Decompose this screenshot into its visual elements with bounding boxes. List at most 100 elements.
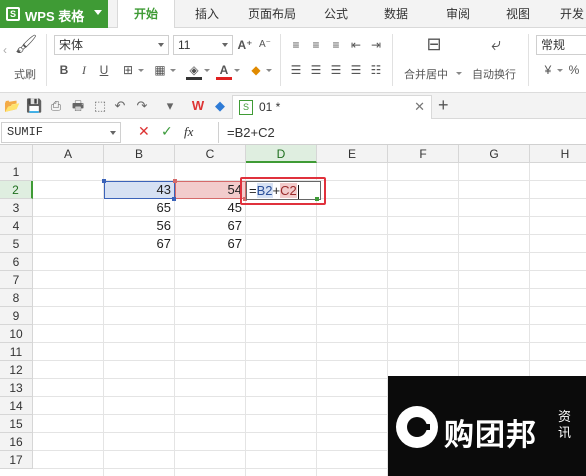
align-center-icon[interactable]: ☰ [308, 62, 324, 78]
save-icon[interactable]: 💾 [26, 98, 42, 114]
cancel-edit-icon[interactable]: ✕ [138, 123, 150, 140]
font-grow-icon[interactable]: A⁺ [237, 37, 253, 53]
chevron-down-icon[interactable] [110, 131, 116, 135]
tab-review[interactable]: 审阅 [434, 0, 482, 28]
chevron-down-icon[interactable] [204, 69, 210, 72]
confirm-edit-icon[interactable]: ✓ [161, 123, 173, 140]
row-header-6[interactable]: 6 [0, 253, 33, 271]
chevron-down-icon[interactable] [557, 69, 563, 72]
align-bottom-icon[interactable]: ≡ [328, 37, 344, 53]
tab-page-layout[interactable]: 页面布局 [238, 0, 306, 28]
align-middle-icon[interactable]: ≡ [308, 37, 324, 53]
close-icon[interactable]: ✕ [414, 99, 425, 115]
undo-icon[interactable]: ↶ [112, 98, 128, 114]
col-header-a[interactable]: A [33, 145, 104, 163]
cell-c2[interactable]: 54 [175, 181, 246, 199]
chevron-down-icon[interactable] [456, 72, 462, 75]
row-header-7[interactable]: 7 [0, 271, 33, 289]
row-header-10[interactable]: 10 [0, 325, 33, 343]
clear-format-icon[interactable]: ◆ [248, 62, 264, 78]
cell-b3[interactable]: 65 [104, 199, 175, 217]
cell-b5[interactable]: 67 [104, 235, 175, 253]
chevron-down-icon[interactable] [266, 69, 272, 72]
align-top-icon[interactable]: ≡ [288, 37, 304, 53]
currency-icon[interactable]: ¥ [540, 62, 556, 78]
customize-toolbar-icon[interactable]: ▾ [162, 98, 178, 114]
cell-b4[interactable]: 56 [104, 217, 175, 235]
merge-center-label[interactable]: 合并居中 [404, 66, 448, 82]
tab-developer[interactable]: 开发 [552, 0, 586, 28]
insert-function-icon[interactable]: fx [184, 124, 193, 140]
chevron-left-icon[interactable]: ‹ [0, 42, 10, 58]
col-header-e[interactable]: E [317, 145, 388, 163]
bold-icon[interactable]: B [56, 62, 72, 78]
col-header-g[interactable]: G [459, 145, 530, 163]
font-size-select[interactable]: 11 [173, 35, 233, 55]
fill-color-icon[interactable]: ◈ [186, 62, 202, 78]
row-header-15[interactable]: 15 [0, 415, 33, 433]
new-tab-icon[interactable]: + [438, 95, 449, 116]
row-header-2[interactable]: 2 [0, 181, 33, 199]
merge-cells-icon[interactable]: ▦ [152, 62, 168, 78]
row-header-8[interactable]: 8 [0, 289, 33, 307]
formula-input[interactable]: =B2+C2 [218, 122, 584, 143]
tab-formulas[interactable]: 公式 [312, 0, 360, 28]
row-header-16[interactable]: 16 [0, 433, 33, 451]
distribute-icon[interactable]: ☷ [368, 62, 384, 78]
print-icon[interactable]: 🖶 [70, 98, 86, 114]
align-right-icon[interactable]: ☰ [328, 62, 344, 78]
row-header-4[interactable]: 4 [0, 217, 33, 235]
row-header-9[interactable]: 9 [0, 307, 33, 325]
justify-icon[interactable]: ☰ [348, 62, 364, 78]
row-header-13[interactable]: 13 [0, 379, 33, 397]
name-box[interactable]: SUMIF [1, 122, 121, 143]
export-icon[interactable]: ⬚ [92, 98, 108, 114]
wrap-text-label[interactable]: 自动换行 [472, 66, 516, 82]
tab-insert[interactable]: 插入 [183, 0, 231, 28]
indent-increase-icon[interactable]: ⇥ [368, 37, 384, 53]
chevron-down-icon[interactable] [138, 69, 144, 72]
row-header-12[interactable]: 12 [0, 361, 33, 379]
underline-icon[interactable]: U [96, 62, 112, 78]
row-header-17[interactable]: 17 [0, 451, 33, 469]
print-preview-icon[interactable]: ⎙ [48, 98, 64, 114]
cube-icon[interactable]: ◆ [212, 98, 228, 114]
row-header-11[interactable]: 11 [0, 343, 33, 361]
format-painter-label[interactable]: 式刷 [14, 66, 36, 82]
cell-c4[interactable]: 67 [175, 217, 246, 235]
format-painter-icon[interactable]: 🖌 [14, 32, 38, 56]
open-folder-icon[interactable]: 📂 [4, 98, 20, 114]
col-header-h[interactable]: H [530, 145, 586, 163]
cell-b2[interactable]: 43 [104, 181, 175, 199]
row-header-5[interactable]: 5 [0, 235, 33, 253]
cell-c3[interactable]: 45 [175, 199, 246, 217]
tab-home[interactable]: 开始 [117, 0, 175, 29]
italic-icon[interactable]: I [76, 62, 92, 78]
tab-data[interactable]: 数据 [372, 0, 420, 28]
select-all-corner[interactable] [0, 145, 33, 163]
font-shrink-icon[interactable]: A⁻ [257, 37, 273, 53]
wrap-text-icon[interactable]: ⤶ [484, 32, 508, 56]
row-header-3[interactable]: 3 [0, 199, 33, 217]
col-header-d[interactable]: D [246, 145, 317, 163]
redo-icon[interactable]: ↷ [134, 98, 150, 114]
wps-w-icon[interactable]: W [190, 98, 206, 114]
tab-view[interactable]: 视图 [494, 0, 542, 28]
row-header-14[interactable]: 14 [0, 397, 33, 415]
col-header-b[interactable]: B [104, 145, 175, 163]
font-name-select[interactable]: 宋体 [54, 35, 169, 55]
chevron-down-icon[interactable] [170, 69, 176, 72]
border-icon[interactable]: ⊞ [120, 62, 136, 78]
font-color-icon[interactable]: A [216, 62, 232, 78]
align-left-icon[interactable]: ☰ [288, 62, 304, 78]
col-header-c[interactable]: C [175, 145, 246, 163]
row-header-1[interactable]: 1 [0, 163, 33, 181]
col-header-f[interactable]: F [388, 145, 459, 163]
merge-center-icon[interactable]: ⊟ [422, 32, 446, 56]
chevron-down-icon[interactable] [234, 69, 240, 72]
cell-c5[interactable]: 67 [175, 235, 246, 253]
indent-decrease-icon[interactable]: ⇤ [348, 37, 364, 53]
percent-icon[interactable]: % [566, 62, 582, 78]
app-menu-button[interactable]: S WPS 表格 [0, 0, 108, 28]
number-format-select[interactable]: 常规 [536, 35, 586, 55]
